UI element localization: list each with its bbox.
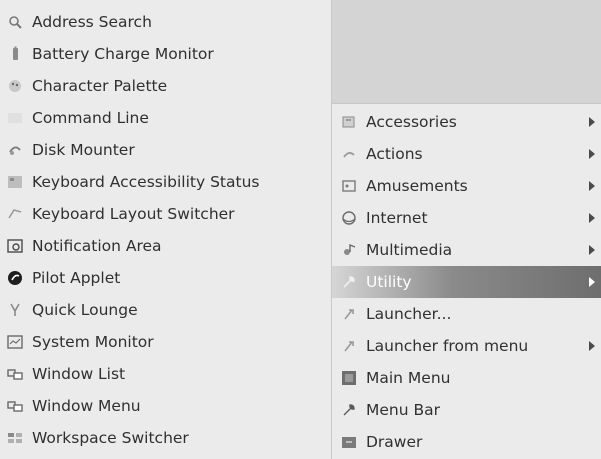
submenu-item-label: System Monitor — [32, 333, 154, 351]
submenu-item-command-line[interactable]: Command Line — [0, 102, 331, 134]
menu-item-amusements[interactable]: Amusements — [332, 170, 601, 202]
battery-icon — [6, 45, 24, 63]
menu-item-label: Menu Bar — [366, 401, 440, 419]
quick-lounge-icon — [6, 301, 24, 319]
menu-item-label: Drawer — [366, 433, 423, 451]
menu-item-multimedia[interactable]: Multimedia — [332, 234, 601, 266]
launcher-from-menu-icon — [340, 337, 358, 355]
menu-bar-icon — [340, 401, 358, 419]
menu-item-label: Internet — [366, 209, 428, 227]
submenu-item-character-palette[interactable]: Character Palette — [0, 70, 331, 102]
submenu-item-window-menu[interactable]: Window Menu — [0, 390, 331, 422]
terminal-icon — [6, 109, 24, 127]
add-to-panel-menu: Accessories Actions Amusements Internet … — [332, 103, 601, 459]
drawer-icon — [340, 433, 358, 451]
menu-item-launcher[interactable]: Launcher... — [332, 298, 601, 330]
submenu-item-label: Keyboard Accessibility Status — [32, 173, 260, 191]
submenu-item-label: Notification Area — [32, 237, 162, 255]
menu-item-label: Multimedia — [366, 241, 453, 259]
submenu-item-quick-lounge[interactable]: Quick Lounge — [0, 294, 331, 326]
submenu-item-workspace-switcher[interactable]: Workspace Switcher — [0, 422, 331, 454]
menu-item-label: Launcher from menu — [366, 337, 529, 355]
launcher-icon — [340, 305, 358, 323]
submenu-item-battery-charge-monitor[interactable]: Battery Charge Monitor — [0, 38, 331, 70]
submenu-item-address-search[interactable]: Address Search — [0, 6, 331, 38]
multimedia-icon — [340, 241, 358, 259]
submenu-item-pilot-applet[interactable]: Pilot Applet — [0, 262, 331, 294]
menu-item-label: Main Menu — [366, 369, 451, 387]
add-to-panel-menu-list: Accessories Actions Amusements Internet … — [332, 104, 601, 458]
window-menu-icon — [6, 397, 24, 415]
menu-item-launcher-from-menu[interactable]: Launcher from menu — [332, 330, 601, 362]
utility-submenu-list: Address Search Battery Charge Monitor Ch… — [0, 0, 331, 454]
submenu-item-label: Battery Charge Monitor — [32, 45, 214, 63]
submenu-arrow-icon — [589, 181, 595, 191]
menu-item-label: Utility — [366, 273, 412, 291]
menu-item-internet[interactable]: Internet — [332, 202, 601, 234]
main-menu-icon — [340, 369, 358, 387]
magnifier-icon — [6, 13, 24, 31]
disk-icon — [6, 141, 24, 159]
palette-icon — [6, 77, 24, 95]
utility-icon — [340, 273, 358, 291]
internet-icon — [340, 209, 358, 227]
submenu-item-label: Quick Lounge — [32, 301, 138, 319]
submenu-item-system-monitor[interactable]: System Monitor — [0, 326, 331, 358]
submenu-item-label: Disk Mounter — [32, 141, 135, 159]
menu-item-main-menu[interactable]: Main Menu — [332, 362, 601, 394]
submenu-arrow-icon — [589, 149, 595, 159]
screen: Address Search Battery Charge Monitor Ch… — [0, 0, 601, 459]
submenu-arrow-icon — [589, 117, 595, 127]
submenu-item-label: Window List — [32, 365, 126, 383]
amusements-icon — [340, 177, 358, 195]
submenu-item-label: Workspace Switcher — [32, 429, 189, 447]
actions-icon — [340, 145, 358, 163]
submenu-arrow-icon — [589, 341, 595, 351]
submenu-item-keyboard-accessibility-status[interactable]: Keyboard Accessibility Status — [0, 166, 331, 198]
submenu-item-notification-area[interactable]: Notification Area — [0, 230, 331, 262]
pilot-icon — [6, 269, 24, 287]
workspace-switcher-icon — [6, 429, 24, 447]
submenu-item-label: Address Search — [32, 13, 152, 31]
menu-item-label: Actions — [366, 145, 423, 163]
submenu-item-label: Pilot Applet — [32, 269, 121, 287]
keyboard-accessibility-icon — [6, 173, 24, 191]
submenu-item-label: Keyboard Layout Switcher — [32, 205, 235, 223]
keyboard-layout-icon — [6, 205, 24, 223]
blank-panel-area — [332, 0, 601, 103]
submenu-item-label: Command Line — [32, 109, 149, 127]
window-list-icon — [6, 365, 24, 383]
submenu-item-window-list[interactable]: Window List — [0, 358, 331, 390]
submenu-arrow-icon — [589, 245, 595, 255]
submenu-item-label: Character Palette — [32, 77, 168, 95]
submenu-arrow-icon — [589, 277, 595, 287]
menu-item-menu-bar[interactable]: Menu Bar — [332, 394, 601, 426]
system-monitor-icon — [6, 333, 24, 351]
notification-area-icon — [6, 237, 24, 255]
submenu-item-disk-mounter[interactable]: Disk Mounter — [0, 134, 331, 166]
menu-item-accessories[interactable]: Accessories — [332, 106, 601, 138]
menu-item-drawer[interactable]: Drawer — [332, 426, 601, 458]
menu-item-label: Accessories — [366, 113, 457, 131]
utility-submenu: Address Search Battery Charge Monitor Ch… — [0, 0, 332, 459]
menu-item-label: Launcher... — [366, 305, 452, 323]
menu-item-actions[interactable]: Actions — [332, 138, 601, 170]
submenu-item-label: Window Menu — [32, 397, 141, 415]
menu-item-label: Amusements — [366, 177, 468, 195]
submenu-item-keyboard-layout-switcher[interactable]: Keyboard Layout Switcher — [0, 198, 331, 230]
menu-item-utility[interactable]: Utility — [332, 266, 601, 298]
submenu-arrow-icon — [589, 213, 595, 223]
accessories-icon — [340, 113, 358, 131]
